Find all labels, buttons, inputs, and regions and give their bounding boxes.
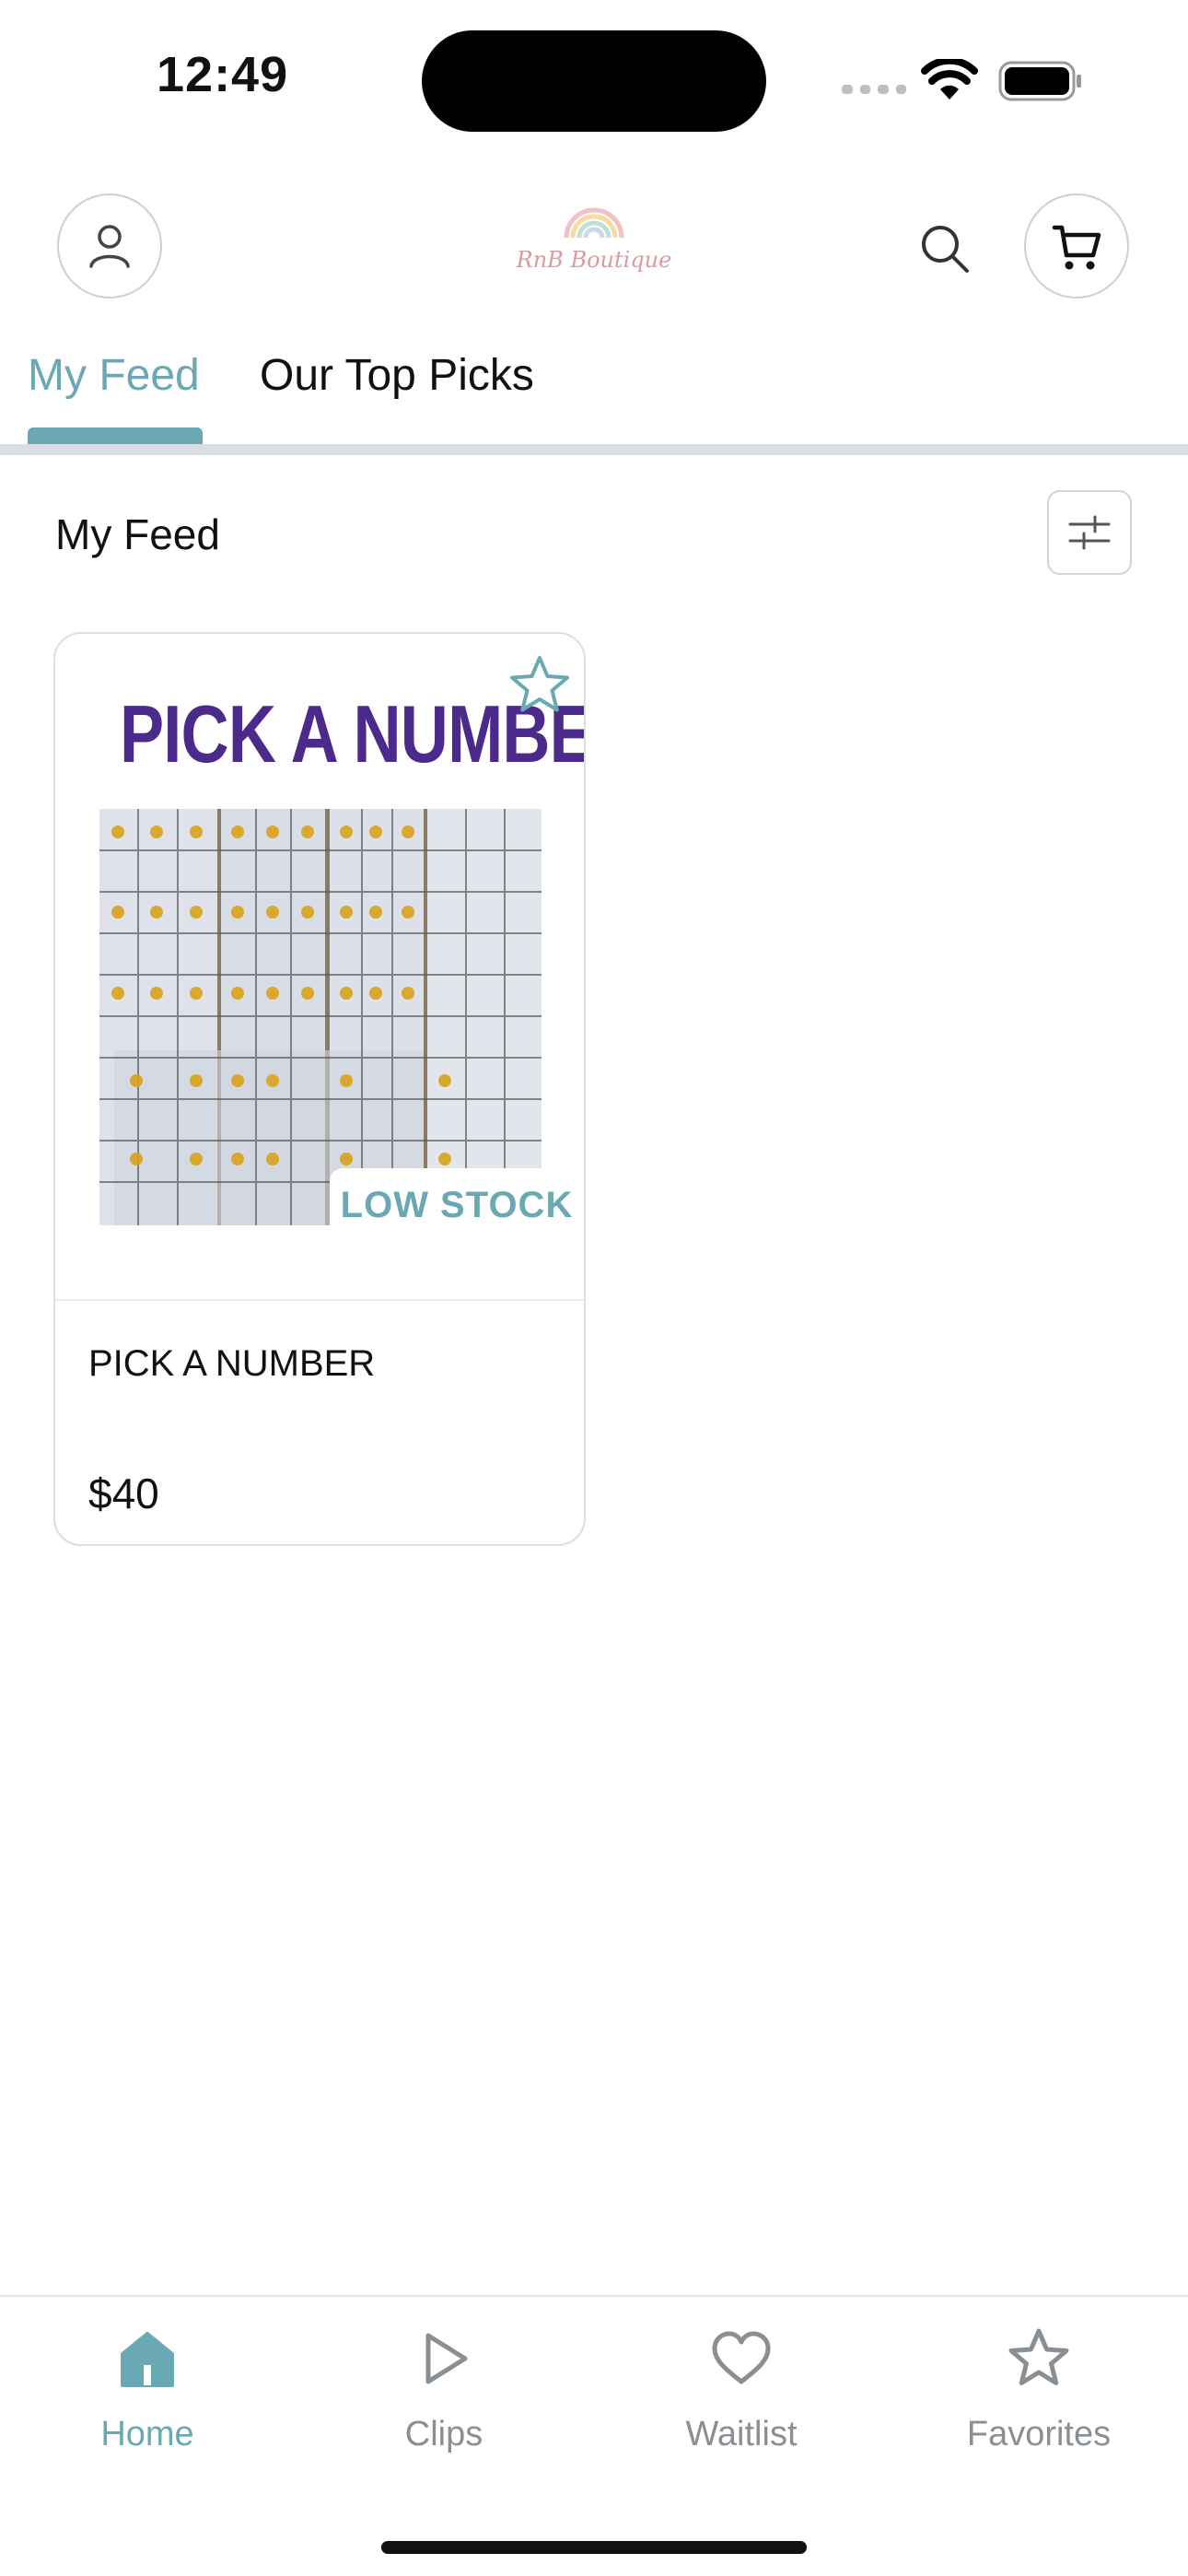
product-price: $40 [88, 1469, 159, 1517]
search-icon[interactable] [915, 219, 974, 278]
nav-home-label: Home [100, 2415, 194, 2453]
product-photo [99, 809, 542, 1225]
signal-icon [842, 85, 906, 94]
battery-icon [998, 61, 1081, 101]
product-image[interactable]: PICK A NUMBER [55, 634, 584, 1299]
nav-clips-label: Clips [404, 2415, 483, 2453]
nav-clips[interactable]: Clips [352, 2326, 536, 2454]
status-time: 12:49 [157, 47, 289, 102]
product-card[interactable]: PICK A NUMBER [53, 632, 586, 1546]
sliders-icon [1068, 515, 1111, 550]
heart-icon [712, 2331, 771, 2384]
brand-logo[interactable]: RnB Boutique [516, 205, 672, 287]
tab-our-top-picks[interactable]: Our Top Picks [260, 350, 534, 401]
card-divider [55, 1299, 584, 1301]
section-title: My Feed [55, 510, 220, 558]
product-name: PICK A NUMBER [88, 1343, 376, 1384]
nav-waitlist[interactable]: Waitlist [649, 2326, 833, 2454]
bottom-nav-divider [0, 2295, 1188, 2297]
tab-my-feed[interactable]: My Feed [28, 350, 200, 401]
person-icon [89, 225, 130, 268]
active-tab-indicator [28, 427, 203, 444]
profile-button[interactable] [57, 193, 162, 299]
svg-text:RnB Boutique: RnB Boutique [516, 247, 671, 273]
home-indicator [381, 2541, 807, 2554]
tab-divider [0, 444, 1188, 455]
wifi-icon [921, 59, 978, 100]
nav-waitlist-label: Waitlist [685, 2415, 798, 2453]
low-stock-badge: LOW STOCK [330, 1168, 584, 1242]
nav-home[interactable]: Home [55, 2326, 239, 2454]
filter-button[interactable] [1047, 490, 1132, 575]
home-icon [121, 2332, 174, 2387]
star-icon [1008, 2328, 1069, 2385]
cart-button[interactable] [1024, 193, 1129, 299]
nav-favorites-label: Favorites [966, 2415, 1112, 2453]
favorite-star-icon[interactable] [507, 652, 573, 719]
play-icon [425, 2333, 468, 2384]
cart-icon [1052, 225, 1101, 270]
nav-favorites[interactable]: Favorites [947, 2326, 1131, 2454]
dynamic-island [422, 30, 766, 132]
